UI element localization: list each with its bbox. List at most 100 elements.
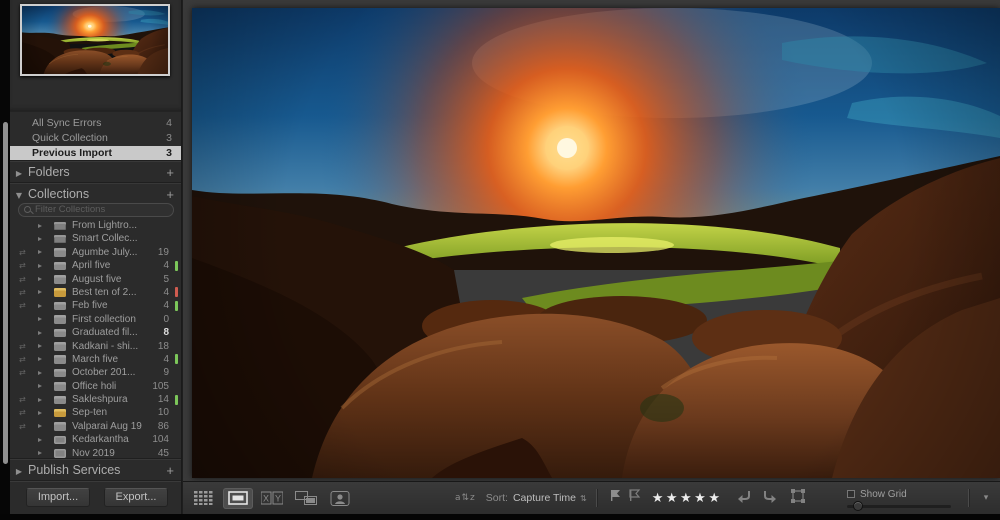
- grid-view-icon[interactable]: [189, 488, 219, 509]
- disclosure-triangle-icon[interactable]: [38, 290, 42, 294]
- sync-icon: ⇄: [19, 273, 26, 286]
- collection-icon: [54, 342, 66, 351]
- disclosure-triangle-icon[interactable]: [38, 438, 42, 442]
- loupe-photo[interactable]: [192, 8, 1000, 478]
- panel-scrollbar[interactable]: [3, 122, 8, 464]
- disclosure-triangle-icon[interactable]: [38, 424, 42, 428]
- export-button[interactable]: Export...: [104, 488, 168, 507]
- disclosure-triangle-icon[interactable]: [38, 451, 42, 455]
- collection-count: 9: [163, 366, 169, 379]
- toolbar-divider: [596, 489, 597, 507]
- filter-collections-input[interactable]: Filter Collections: [18, 203, 174, 217]
- collection-count: 0: [163, 313, 169, 326]
- disclosure-triangle-icon[interactable]: [38, 331, 42, 335]
- disclosure-triangle-icon[interactable]: [38, 344, 42, 348]
- collection-row[interactable]: ⇄ March five 4: [10, 353, 181, 366]
- compare-view-icon[interactable]: XY: [257, 488, 287, 509]
- collection-row[interactable]: ⇄ Sep-ten 10: [10, 406, 181, 419]
- pick-flag-icon[interactable]: [609, 489, 622, 507]
- disclosure-triangle-icon[interactable]: [38, 371, 42, 375]
- disclosure-triangle-icon[interactable]: [38, 357, 42, 361]
- catalog-item[interactable]: Quick Collection 3: [10, 131, 181, 146]
- rotate-right-icon[interactable]: [761, 489, 778, 508]
- disclosure-triangle-icon[interactable]: [38, 277, 42, 281]
- sync-icon: ⇄: [19, 286, 26, 299]
- zoom-slider[interactable]: [847, 505, 951, 508]
- sort-criteria-dropdown[interactable]: Capture Time: [513, 492, 576, 504]
- chevron-down-icon[interactable]: ▾: [978, 489, 994, 507]
- zoom-slider-thumb[interactable]: [853, 501, 863, 511]
- collection-row[interactable]: ⇄ August five 5: [10, 273, 181, 286]
- collection-count: 86: [158, 420, 169, 433]
- folders-panel-header[interactable]: ▶Folders +: [10, 161, 181, 182]
- disclosure-triangle-icon[interactable]: [38, 264, 42, 268]
- collection-row[interactable]: ⇄ Graduated fil... 8: [10, 326, 181, 339]
- survey-view-icon[interactable]: [291, 488, 321, 509]
- collection-row[interactable]: ⇄ From Lightro...: [10, 219, 181, 232]
- collection-name: Feb five: [72, 299, 108, 312]
- people-view-icon[interactable]: [325, 488, 355, 509]
- collection-row[interactable]: ⇄ Feb five 4: [10, 299, 181, 312]
- catalog-item-count: 3: [166, 146, 172, 161]
- catalog-item[interactable]: Previous Import 3: [10, 146, 181, 161]
- disclosure-triangle-icon[interactable]: [38, 411, 42, 415]
- show-grid-label: Show Grid: [860, 489, 907, 500]
- add-collection-button[interactable]: +: [166, 184, 174, 205]
- collection-row[interactable]: ⇄ First collection 0: [10, 313, 181, 326]
- disclosure-triangle-icon[interactable]: [38, 224, 42, 228]
- collection-row[interactable]: ⇄ Sakleshpura 14: [10, 393, 181, 406]
- disclosure-triangle-icon[interactable]: [38, 398, 42, 402]
- reject-flag-icon[interactable]: [628, 489, 641, 507]
- disclosure-collapsed-icon[interactable]: ▶: [10, 461, 28, 482]
- svg-text:Y: Y: [275, 494, 281, 504]
- bottom-edge-strip: [0, 514, 1000, 520]
- star-rating[interactable]: ★★★★★: [652, 491, 723, 506]
- sync-icon: ⇄: [19, 420, 26, 433]
- collection-icon: [54, 409, 66, 418]
- sort-direction-icon[interactable]: a⇅z: [455, 493, 476, 503]
- collection-row[interactable]: ⇄ Valparai Aug 19 86: [10, 420, 181, 433]
- sort-label: Sort:: [486, 492, 508, 504]
- collection-row[interactable]: ⇄ Office holi 105: [10, 380, 181, 393]
- disclosure-collapsed-icon[interactable]: ▶: [10, 163, 28, 184]
- toolbar: XY a⇅z Sort: Capture Time ⇅ ★★★★★: [183, 481, 1000, 514]
- collection-count: 8: [163, 326, 169, 339]
- collections-panel-header[interactable]: ▼Collections +: [10, 183, 181, 204]
- import-button[interactable]: Import...: [26, 488, 90, 507]
- add-folder-button[interactable]: +: [166, 162, 174, 183]
- navigator-preview-thumbnail[interactable]: [20, 4, 170, 76]
- collection-icon: [54, 262, 66, 271]
- catalog-item[interactable]: All Sync Errors 4: [10, 116, 181, 131]
- collection-row[interactable]: ⇄ Kedarkantha 104: [10, 433, 181, 446]
- collection-icon: [54, 355, 66, 364]
- loupe-view-icon[interactable]: [223, 488, 253, 509]
- disclosure-triangle-icon[interactable]: [38, 384, 42, 388]
- disclosure-triangle-icon[interactable]: [38, 250, 42, 254]
- collection-row[interactable]: ⇄ April five 4: [10, 259, 181, 272]
- left-edge-strip: [0, 0, 10, 520]
- filter-placeholder: Filter Collections: [35, 204, 105, 215]
- disclosure-triangle-icon[interactable]: [38, 317, 42, 321]
- collection-icon: [54, 288, 66, 297]
- collection-row[interactable]: ⇄ Smart Collec...: [10, 232, 181, 245]
- show-grid-checkbox[interactable]: [847, 490, 855, 498]
- disclosure-triangle-icon[interactable]: [38, 237, 42, 241]
- sync-icon: ⇄: [19, 340, 26, 353]
- collection-row[interactable]: ⇄ Kadkani - shi... 18: [10, 340, 181, 353]
- face-region-icon[interactable]: [790, 488, 806, 509]
- collection-row[interactable]: ⇄ Best ten of 2... 4: [10, 286, 181, 299]
- collection-row[interactable]: ⇄ Agumbe July... 19: [10, 246, 181, 259]
- collection-icon: [54, 436, 66, 445]
- collection-count: 105: [152, 380, 169, 393]
- sort-arrows-icon[interactable]: ⇅: [580, 494, 587, 503]
- collection-icon: [54, 302, 66, 311]
- rotate-left-icon[interactable]: [736, 489, 753, 508]
- add-publish-service-button[interactable]: +: [166, 460, 174, 481]
- publish-services-panel-header[interactable]: ▶Publish Services +: [10, 459, 181, 480]
- disclosure-triangle-icon[interactable]: [38, 304, 42, 308]
- collection-row[interactable]: ⇄ October 201... 9: [10, 366, 181, 379]
- collection-icon: [54, 222, 66, 231]
- collection-name: Smart Collec...: [72, 232, 138, 245]
- collection-icon: [54, 315, 66, 324]
- sort-block: a⇅z Sort: Capture Time ⇅: [455, 492, 587, 504]
